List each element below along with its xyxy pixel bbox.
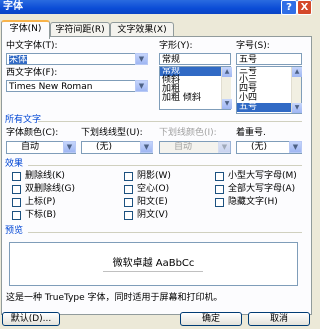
scroll-down-icon[interactable]: ▼: [222, 99, 232, 109]
shadow-label: 阴影(W): [137, 171, 171, 181]
chevron-down-icon: ▼: [218, 141, 231, 153]
emboss-checkbox[interactable]: [124, 198, 133, 207]
scroll-up-icon[interactable]: ▲: [222, 67, 232, 77]
strikethrough-checkbox[interactable]: [12, 172, 21, 181]
underline-style-label: 下划线线型(U):: [81, 128, 143, 138]
emphasis-label: 着重号.: [236, 128, 266, 138]
preview-text: 微软卓越 AaBbCc: [112, 258, 195, 269]
chevron-down-icon[interactable]: ▼: [63, 141, 76, 153]
font-note: 这是一种 TrueType 字体，同时适用于屏幕和打印机。: [6, 293, 223, 303]
tab-text-effects[interactable]: 文字效果(X): [110, 22, 174, 37]
list-item[interactable]: 加粗 倾斜: [160, 94, 230, 103]
style-scrollbar[interactable]: ▲ ▼: [221, 67, 232, 109]
preview-group-title: 预览: [5, 226, 24, 236]
western-font-select[interactable]: Times New Roman: [6, 80, 148, 92]
default-button[interactable]: 默认(D)...: [2, 312, 60, 326]
engrave-checkbox[interactable]: [124, 211, 133, 220]
outline-label: 空心(O): [137, 184, 170, 194]
underline-style-value: (无): [96, 142, 113, 152]
emboss-label: 阳文(E): [137, 197, 168, 207]
chevron-down-icon[interactable]: ▼: [140, 141, 153, 153]
shadow-checkbox[interactable]: [124, 172, 133, 181]
divider: [28, 165, 302, 166]
scroll-up-icon[interactable]: ▲: [292, 67, 302, 77]
underline-color-value: 自动: [174, 142, 193, 152]
title-bar: [0, 0, 312, 14]
cancel-button[interactable]: 取消: [248, 312, 310, 326]
baseline: [103, 271, 203, 272]
effects-group-title: 效果: [5, 159, 24, 169]
hidden-checkbox[interactable]: [215, 198, 224, 207]
strikethrough-label: 删除线(K): [25, 171, 65, 181]
double-strikethrough-checkbox[interactable]: [12, 185, 21, 194]
subscript-checkbox[interactable]: [12, 211, 21, 220]
underline-color-label: 下划线颜色(I):: [159, 128, 217, 138]
chinese-font-select[interactable]: 宋体: [6, 53, 148, 65]
help-button[interactable]: ?: [281, 0, 297, 15]
chinese-font-value: 宋体: [9, 55, 28, 65]
small-caps-label: 小型大写字母(M): [228, 171, 297, 181]
western-font-label: 西文字体(F):: [6, 68, 58, 78]
chevron-down-icon[interactable]: ▼: [135, 80, 148, 92]
tab-font[interactable]: 字体(N): [1, 20, 50, 39]
style-label: 字形(Y):: [159, 41, 193, 51]
double-strikethrough-label: 双删除线(G): [25, 184, 75, 194]
size-input[interactable]: 五号: [236, 53, 302, 65]
divider: [38, 121, 302, 122]
western-font-value: Times New Roman: [9, 82, 93, 92]
size-scrollbar[interactable]: ▲ ▼: [291, 67, 302, 113]
font-color-value: 自动: [21, 142, 40, 152]
scroll-down-icon[interactable]: ▼: [292, 103, 302, 113]
small-caps-checkbox[interactable]: [215, 172, 224, 181]
style-input[interactable]: 常规: [159, 53, 231, 65]
all-caps-label: 全部大写字母(A): [228, 184, 296, 194]
all-text-group-title: 所有文字: [5, 115, 42, 125]
subscript-label: 下标(B): [25, 210, 57, 220]
chevron-down-icon[interactable]: ▼: [289, 141, 302, 153]
chinese-font-label: 中文字体(T):: [6, 41, 58, 51]
tab-character-spacing[interactable]: 字符间距(R): [50, 22, 110, 37]
emphasis-value: (无): [251, 142, 268, 152]
window-title: 字体: [3, 1, 23, 12]
all-caps-checkbox[interactable]: [215, 185, 224, 194]
superscript-checkbox[interactable]: [12, 198, 21, 207]
chevron-down-icon[interactable]: ▼: [135, 53, 148, 65]
ok-button[interactable]: 确定: [180, 312, 242, 326]
size-label: 字号(S):: [236, 41, 270, 51]
divider: [28, 232, 302, 233]
preview-box: 微软卓越 AaBbCc: [9, 242, 298, 286]
superscript-label: 上标(P): [25, 197, 56, 207]
close-button[interactable]: X: [297, 0, 312, 15]
hidden-label: 隐藏文字(H): [228, 197, 278, 207]
outline-checkbox[interactable]: [124, 185, 133, 194]
font-color-label: 字体颜色(C):: [6, 128, 59, 138]
engrave-label: 阴文(V): [137, 210, 169, 220]
